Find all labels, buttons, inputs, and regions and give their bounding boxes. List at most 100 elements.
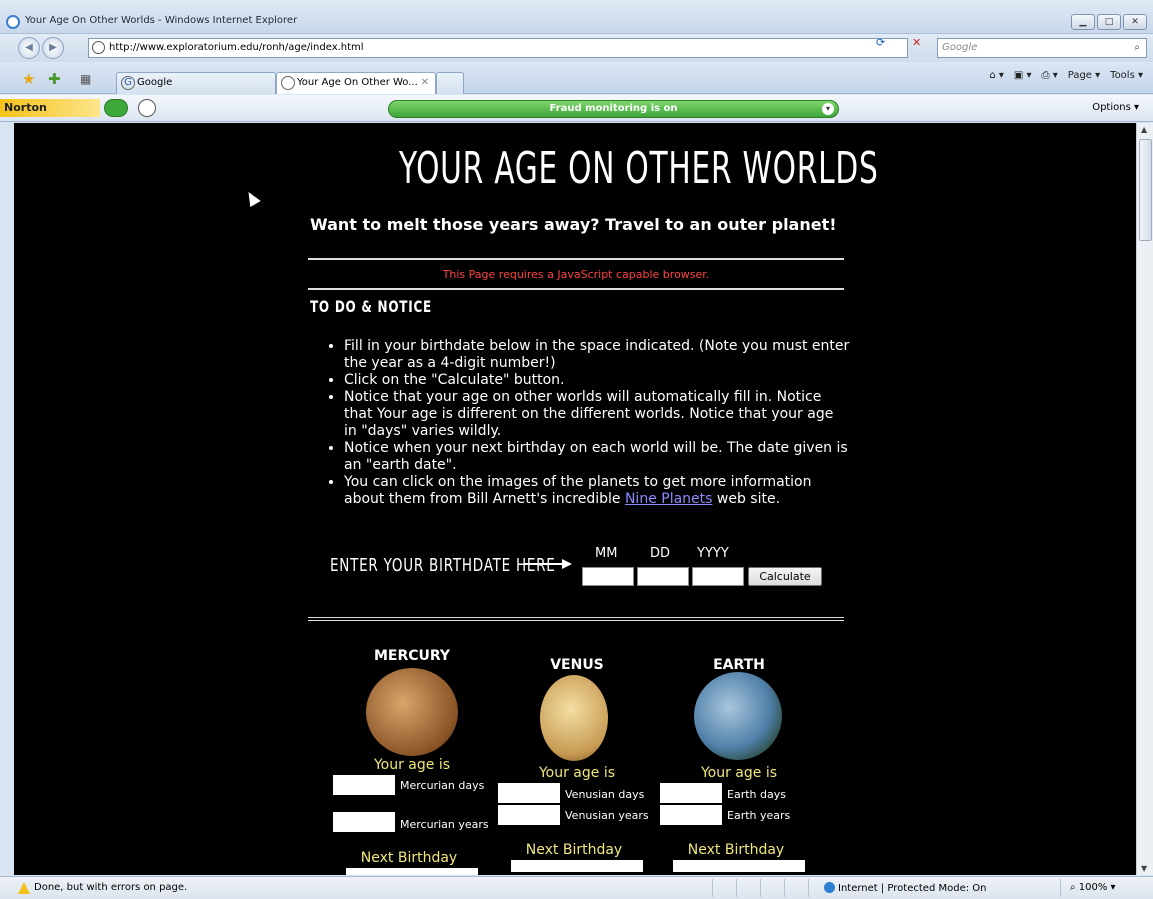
venus-days-output[interactable]: [498, 783, 560, 803]
feeds-icon[interactable]: ▣ ▾: [1014, 70, 1032, 81]
forward-button[interactable]: ▶: [42, 37, 64, 59]
mercury-next-birthday-output[interactable]: [346, 868, 478, 875]
security-zone[interactable]: Internet | Protected Mode: On: [824, 882, 986, 894]
divider: [1060, 879, 1061, 897]
earth-days-label: Earth days: [727, 788, 786, 801]
list-item: Click on the "Calculate" button.: [344, 372, 850, 389]
earth-next-birthday-output[interactable]: [673, 860, 805, 872]
divider: [308, 617, 844, 621]
earth-days-output[interactable]: [660, 783, 722, 803]
earth-image[interactable]: [694, 672, 782, 760]
back-button[interactable]: ◀: [18, 37, 40, 59]
mercury-next-birthday-label: Next Birthday: [360, 850, 458, 866]
birthdate-label: ENTER YOUR BIRTHDATE HERE: [330, 555, 556, 576]
fraud-label: Fraud monitoring is on: [549, 103, 678, 114]
month-input[interactable]: [582, 567, 634, 586]
quick-tabs-icon[interactable]: ▦: [80, 72, 91, 86]
mercury-years-label: Mercurian years: [400, 818, 489, 831]
day-input[interactable]: [637, 567, 689, 586]
internet-globe-icon: [824, 882, 835, 893]
zone-label: Internet | Protected Mode: On: [838, 883, 987, 894]
arrow-icon: [524, 563, 564, 565]
stop-icon[interactable]: ✕: [912, 36, 921, 49]
divider: [736, 879, 737, 897]
mouse-cursor-icon: [243, 188, 261, 208]
mercury-days-output[interactable]: [333, 775, 395, 795]
norton-identity-icon[interactable]: [104, 99, 128, 117]
scroll-down-icon[interactable]: ▼: [1141, 864, 1147, 873]
javascript-warning: This Page requires a JavaScript capable …: [442, 268, 710, 281]
list-item: Notice that your age on other worlds wil…: [344, 389, 850, 440]
scroll-up-icon[interactable]: ▲: [1141, 125, 1147, 134]
add-favorites-icon[interactable]: ✚: [48, 70, 61, 88]
address-bar[interactable]: http://www.exploratorium.edu/ronh/age/in…: [88, 38, 908, 58]
day-label: DD: [650, 546, 671, 561]
venus-age-label: Your age is: [538, 765, 616, 781]
window-controls: ▁ □ ✕: [1071, 14, 1147, 30]
year-input[interactable]: [692, 567, 744, 586]
mercury-years-output[interactable]: [333, 812, 395, 832]
close-tab-icon[interactable]: ✕: [421, 73, 429, 93]
venus-years-output[interactable]: [498, 805, 560, 825]
instructions-list: Fill in your birthdate below in the spac…: [330, 338, 850, 508]
minimize-button[interactable]: ▁: [1071, 14, 1095, 30]
tools-menu[interactable]: Tools ▾: [1110, 70, 1143, 81]
norton-logo[interactable]: Norton: [0, 99, 100, 117]
year-label: YYYY: [697, 546, 729, 561]
zoom-value: 100%: [1078, 882, 1108, 893]
maximize-button[interactable]: □: [1097, 14, 1121, 30]
refresh-icon[interactable]: ⟳: [876, 36, 885, 49]
search-icon[interactable]: ⌕: [1134, 39, 1140, 57]
list-item: You can click on the images of the plane…: [344, 474, 850, 508]
fraud-monitoring-status[interactable]: Fraud monitoring is on ▾: [388, 100, 839, 118]
window-title: Your Age On Other Worlds - Windows Inter…: [25, 15, 298, 26]
status-text: Done, but with errors on page.: [34, 882, 188, 893]
warning-icon[interactable]: [18, 882, 30, 894]
divider: [308, 258, 844, 260]
earth-age-label: Your age is: [700, 765, 778, 781]
vertical-scrollbar[interactable]: ▲ ▼: [1136, 123, 1153, 875]
month-label: MM: [595, 546, 618, 561]
venus-years-label: Venusian years: [565, 809, 649, 822]
norton-toolbar: Norton Fraud monitoring is on ▾ Options …: [0, 95, 1153, 122]
page-title: YOUR AGE ON OTHER WORLDS: [399, 143, 879, 194]
search-input[interactable]: Google ⌕: [937, 38, 1147, 58]
mercury-age-label: Your age is: [373, 757, 451, 773]
status-bar: Done, but with errors on page. Internet …: [0, 876, 1153, 899]
nine-planets-link[interactable]: Nine Planets: [625, 491, 712, 507]
tab-label: Google: [137, 77, 173, 88]
page-menu[interactable]: Page ▾: [1068, 70, 1100, 81]
earth-years-label: Earth years: [727, 809, 791, 822]
page-viewport: YOUR AGE ON OTHER WORLDS Want to melt th…: [14, 123, 1136, 875]
earth-years-output[interactable]: [660, 805, 722, 825]
list-item: Fill in your birthdate below in the spac…: [344, 338, 850, 372]
zoom-level[interactable]: ⌕ 100% ▾: [1070, 882, 1116, 893]
divider: [308, 288, 844, 290]
google-icon: G: [121, 76, 135, 90]
address-toolbar: ◀ ▶ http://www.exploratorium.edu/ronh/ag…: [0, 34, 1153, 62]
window-titlebar: Your Age On Other Worlds - Windows Inter…: [0, 0, 1153, 34]
favorites-star-icon[interactable]: ★: [22, 70, 35, 88]
new-tab-button[interactable]: [436, 72, 464, 94]
norton-globe-icon[interactable]: [138, 99, 156, 117]
chevron-down-icon[interactable]: ▾: [822, 103, 834, 115]
scroll-thumb[interactable]: [1139, 139, 1152, 241]
norton-options-menu[interactable]: Options ▾: [1092, 102, 1139, 113]
ie-logo-icon: [6, 15, 20, 29]
home-icon[interactable]: ⌂ ▾: [989, 70, 1004, 81]
earth-next-birthday-label: Next Birthday: [687, 842, 785, 858]
search-placeholder: Google: [942, 42, 978, 53]
tab-google[interactable]: G Google: [116, 72, 276, 94]
print-icon[interactable]: ⎙ ▾: [1042, 70, 1058, 81]
tab-age-on-other-worlds[interactable]: Your Age On Other Wo... ✕: [276, 72, 436, 94]
divider: [808, 879, 809, 897]
list-item-text: web site.: [712, 491, 781, 507]
calculate-button[interactable]: Calculate: [748, 567, 822, 586]
venus-image[interactable]: [540, 675, 608, 761]
close-button[interactable]: ✕: [1123, 14, 1147, 30]
venus-next-birthday-output[interactable]: [511, 860, 643, 872]
mercury-image[interactable]: [366, 668, 458, 756]
mercury-days-label: Mercurian days: [400, 779, 485, 792]
venus-next-birthday-label: Next Birthday: [525, 842, 623, 858]
earth-title: EARTH: [713, 657, 765, 673]
